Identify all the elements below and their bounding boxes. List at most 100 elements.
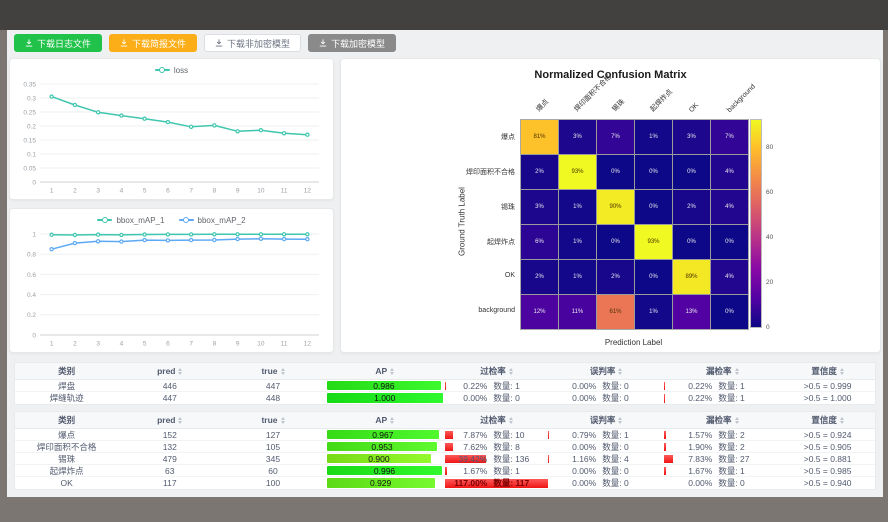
matrix-cell: 12% [521,295,558,329]
svg-text:0.8: 0.8 [27,252,36,259]
legend-marker-icon [179,216,194,224]
matrix-column-label: 起焊炸点 [647,87,674,114]
rate-count: 数量: 1 [493,465,540,476]
window-top-bar [0,0,888,30]
charts-row: loss 00.050.10.150.20.250.30.35123456789… [9,58,881,353]
colorbar-tick: 40 [766,234,773,241]
column-header-label: 过检率 [480,414,506,426]
confidence-cell: >0.5 = 0.924 [780,430,875,440]
column-header-过检率[interactable]: 过检率 [445,365,548,377]
svg-text:0.1: 0.1 [27,151,36,158]
svg-text:10: 10 [257,188,265,195]
confusion-matrix-card: Normalized Confusion Matrix Prediction L… [340,58,881,353]
rate-value: 0.00% [557,381,596,391]
download-icon [25,39,33,47]
colorbar-tick: 20 [766,279,773,286]
button-label: 下载加密模型 [331,37,385,50]
true-cell: 447 [221,381,324,391]
rate-count: 数量: 0 [493,392,540,404]
column-header-过检率[interactable]: 过检率 [445,414,548,426]
column-header-误判率[interactable]: 误判率 [548,414,664,426]
sort-caret-icon [509,417,513,424]
matrix-cell: 1% [559,190,596,224]
rate-cell: 1.57%数量: 2 [664,429,780,440]
button-label: 下载日志文件 [37,37,91,50]
rate-value: 0.22% [673,393,712,403]
column-header-label: pred [157,366,175,376]
rate-value: 0.00% [557,393,596,403]
category-cell: OK [15,478,118,488]
rate-value: 1.67% [673,466,712,476]
download-unencrypted-model-button[interactable]: 下载非加密模型 [204,34,301,52]
download-icon [120,39,128,47]
matrix-cell: 0% [635,190,672,224]
rate-count: 数量: 0 [602,477,655,489]
rate-bar [664,431,666,439]
column-header-true[interactable]: true [221,415,324,425]
matrix-column-label: 爆点 [533,97,550,114]
matrix-cell: 6% [521,225,558,259]
desktop-background: 下载日志文件下载简报文件下载非加密模型下载加密模型 loss 00.050.10… [0,0,888,522]
rate-value: 7.62% [452,442,487,452]
legend-item-bbox_mAP_2[interactable]: bbox_mAP_2 [179,216,246,225]
matrix-cell: 61% [597,295,634,329]
matrix-column-label: background [726,83,757,114]
column-header-置信度[interactable]: 置信度 [780,414,875,426]
legend-item-loss[interactable]: loss [155,66,188,75]
rate-value: 0.22% [452,381,487,391]
matrix-cell: 3% [521,190,558,224]
column-header-AP[interactable]: AP [325,366,445,376]
column-header-label: 误判率 [590,414,616,426]
sort-caret-icon [509,368,513,375]
svg-text:8: 8 [213,188,217,195]
column-header-pred[interactable]: pred [118,366,221,376]
download-report-file-button[interactable]: 下载简报文件 [109,34,197,52]
column-header-pred[interactable]: pred [118,415,221,425]
svg-text:7: 7 [189,188,193,195]
ap-bar: 1.000 [327,393,443,403]
rate-cell: 0.00%数量: 0 [664,477,780,489]
rate-value: 0.00% [557,442,596,452]
rate-bar [445,382,446,390]
column-header-漏检率[interactable]: 漏检率 [664,414,780,426]
ap-cell: 0.967 [325,430,445,440]
category-cell: 锡珠 [15,453,118,465]
matrix-cell: 3% [673,120,710,154]
column-header-置信度[interactable]: 置信度 [780,365,875,377]
rate-cell: 117.00%数量: 117 [445,477,548,489]
rate-count: 数量: 0 [602,380,655,391]
column-header-label: 漏检率 [706,414,732,426]
true-cell: 100 [221,478,324,488]
matrix-row-label: 起焊炸点 [341,237,515,247]
column-header-label: 类别 [58,365,75,377]
map-chart: 00.20.40.60.81123456789101112 [13,228,328,349]
column-header-label: 漏检率 [706,365,732,377]
legend-item-bbox_mAP_1[interactable]: bbox_mAP_1 [97,216,164,225]
svg-text:1: 1 [50,188,54,195]
pred-cell: 132 [118,442,221,452]
matrix-cell: 89% [673,260,710,294]
svg-text:9: 9 [236,341,240,348]
rate-cell: 39.42%数量: 136 [445,453,548,464]
colorbar-tick: 80 [766,144,773,151]
ap-cell: 0.996 [325,466,445,476]
matrix-row-label: 焊印面积不合格 [341,167,515,177]
table-row: 焊盘4464470.9860.22%数量: 10.00%数量: 00.22%数量… [15,380,875,392]
column-header-true[interactable]: true [221,366,324,376]
sort-caret-icon [840,368,844,375]
colorbar-tick: 60 [766,189,773,196]
matrix-cell: 0% [635,155,672,189]
download-encrypted-model-button[interactable]: 下载加密模型 [308,34,396,52]
svg-text:12: 12 [304,341,312,348]
column-header-label: AP [375,366,387,376]
column-header-漏检率[interactable]: 漏检率 [664,365,780,377]
matrix-cell: 2% [521,260,558,294]
matrix-row-label: 锡珠 [341,202,515,212]
button-label: 下载非加密模型 [227,37,290,50]
column-header-误判率[interactable]: 误判率 [548,365,664,377]
sort-caret-icon [618,417,622,424]
rate-count: 数量: 0 [718,477,771,489]
column-header-AP[interactable]: AP [325,415,445,425]
pred-cell: 446 [118,381,221,391]
download-log-file-button[interactable]: 下载日志文件 [14,34,102,52]
